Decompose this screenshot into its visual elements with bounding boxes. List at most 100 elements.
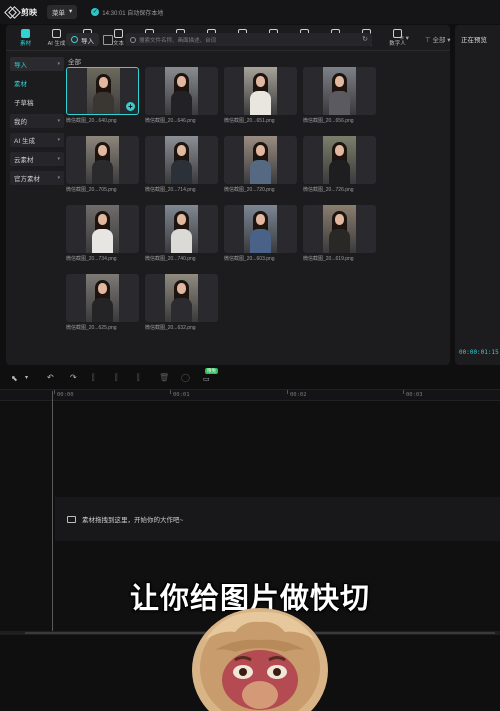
media-filename: 微信截图_20...619.png	[303, 256, 354, 262]
media-card[interactable]: 微信截图_20...603.png	[224, 205, 297, 262]
filter-button[interactable]: ⊤ 全部 ▾	[425, 34, 451, 44]
ruler-tick	[170, 390, 171, 394]
tab-media[interactable]: 素材	[10, 25, 41, 51]
media-card[interactable]: + 微信截图_20...640.png	[66, 67, 139, 124]
refresh-icon[interactable]: ↻	[362, 35, 368, 43]
timeline-ruler[interactable]: 00:00 00:01 00:02 00:03	[0, 389, 500, 401]
chevron-down-icon: ▾	[57, 175, 60, 181]
ruler-tick-label: 00:03	[406, 392, 423, 398]
import-button[interactable]: 导入	[66, 33, 99, 46]
import-row: 导入	[66, 33, 113, 46]
media-thumbnail[interactable]	[224, 205, 297, 253]
media-thumbnail[interactable]	[145, 205, 218, 253]
media-card[interactable]: 微信截图_20...705.png	[66, 136, 139, 193]
menu-button[interactable]: 菜单 ▾	[47, 5, 78, 19]
add-to-timeline-icon[interactable]: +	[126, 102, 135, 111]
media-icon	[21, 29, 30, 38]
search-input[interactable]: 搜索文件名称、画面描述、台词	[139, 36, 216, 44]
photo-image	[323, 67, 356, 115]
media-card[interactable]: 微信截图_20...656.png	[303, 67, 376, 124]
ruler-tick-label: 00:00	[57, 392, 74, 398]
split-left-icon[interactable]: ⫿	[115, 373, 118, 383]
media-filename: 微信截图_20...726.png	[303, 187, 354, 193]
timeline-toolbar: ⬉ ▾ ↶ ↷ ⫿ ⫿ ⫿ 🗑 ◯ ▭	[0, 370, 500, 388]
menu-label: 菜单	[52, 10, 65, 17]
media-card[interactable]: 微信截图_20...734.png	[66, 205, 139, 262]
media-card[interactable]: 微信截图_20...632.png	[145, 274, 218, 331]
media-card[interactable]: 微信截图_20...720.png	[224, 136, 297, 193]
media-card[interactable]: 微信截图_20...651.png	[224, 67, 297, 124]
sort-button[interactable]: ≡ ▾	[400, 34, 409, 42]
photo-image	[165, 205, 198, 253]
photo-image	[165, 274, 198, 322]
media-thumbnail[interactable]	[303, 136, 376, 184]
app-name: 剪映	[21, 7, 37, 17]
media-search[interactable]: 搜索文件名称、画面描述、台词 ↻	[125, 33, 372, 46]
media-card[interactable]: 微信截图_20...740.png	[145, 205, 218, 262]
media-filename: 微信截图_20...714.png	[145, 187, 196, 193]
media-thumbnail[interactable]	[303, 67, 376, 115]
sidebar-item[interactable]: 导入 ▾	[10, 57, 64, 71]
undo-icon[interactable]: ↶	[47, 373, 54, 382]
media-thumbnail[interactable]	[303, 205, 376, 253]
media-card[interactable]: 微信截图_20...714.png	[145, 136, 218, 193]
photo-image	[323, 205, 356, 253]
media-thumbnail[interactable]	[224, 136, 297, 184]
chevron-down-icon: ▾	[69, 8, 73, 15]
preview-timecode: 00:00:01:15	[459, 349, 499, 356]
film-icon	[67, 515, 76, 523]
chevron-down-icon: ▾	[57, 156, 60, 162]
media-thumbnail[interactable]	[224, 67, 297, 115]
title-bar: 剪映 菜单 ▾ ✓ 14:30:01 自动保存本地	[0, 0, 500, 24]
ruler-tick	[403, 390, 404, 394]
media-thumbnail[interactable]	[66, 136, 139, 184]
media-card[interactable]: 微信截图_20...619.png	[303, 205, 376, 262]
monkey-king-avatar	[185, 600, 335, 711]
media-sidebar: 导入 ▾ 素材子草稿我的 ▾ AI 生成 ▾ 云素材 ▾ 官方素材 ▾	[10, 57, 64, 190]
media-thumbnail[interactable]	[145, 274, 218, 322]
track-drop-zone[interactable]: 素材拖拽到这里，开始你的大作吧~	[55, 497, 500, 541]
media-thumbnail[interactable]	[66, 274, 139, 322]
sidebar-item[interactable]: 我的 ▾	[10, 114, 64, 128]
ruler-tick	[54, 390, 55, 394]
import-label: 导入	[81, 37, 94, 45]
sidebar-item-label: 官方素材	[14, 176, 40, 183]
sidebar-item-label: 素材	[14, 81, 27, 88]
sidebar-item[interactable]: 官方素材 ▾	[10, 171, 64, 185]
photo-image	[86, 205, 119, 253]
photo-image	[86, 274, 119, 322]
cursor-select-icon[interactable]: ⬉	[11, 374, 18, 383]
photo-image	[165, 136, 198, 184]
media-filename: 微信截图_20...632.png	[145, 325, 196, 331]
search-icon	[130, 36, 136, 43]
sidebar-item[interactable]: 云素材 ▾	[10, 152, 64, 166]
media-thumbnail[interactable]: +	[66, 67, 139, 115]
photo-image	[165, 67, 198, 115]
media-card[interactable]: 微信截图_20...625.png	[66, 274, 139, 331]
ruler-tick-label: 00:02	[290, 392, 307, 398]
sidebar-item[interactable]: 素材	[10, 76, 64, 90]
media-card[interactable]: 微信截图_20...726.png	[303, 136, 376, 193]
media-card[interactable]: 微信截图_20...646.png	[145, 67, 218, 124]
preview-panel: 正在预览 00:00:01:15	[455, 25, 500, 365]
sidebar-item[interactable]: AI 生成 ▾	[10, 133, 64, 147]
redo-icon[interactable]: ↷	[70, 373, 77, 382]
media-thumbnail[interactable]	[145, 67, 218, 115]
delete-icon[interactable]: 🗑	[159, 373, 169, 382]
photo-image	[87, 68, 120, 114]
capcut-logo-icon	[6, 7, 18, 17]
sidebar-item[interactable]: 子草稿	[10, 95, 64, 109]
split-icon[interactable]: ⫿	[92, 373, 95, 383]
shield-icon[interactable]: ◯	[181, 373, 190, 382]
media-filename: 微信截图_20...625.png	[66, 325, 117, 331]
media-filename: 微信截图_20...705.png	[66, 187, 117, 193]
chevron-down-icon: ▾	[57, 118, 60, 124]
chevron-down-icon[interactable]: ▾	[25, 374, 28, 381]
sidebar-item-label: 云素材	[14, 157, 34, 164]
media-thumbnail[interactable]	[66, 205, 139, 253]
ai-edit-icon[interactable]: ▭	[203, 375, 210, 383]
grid-view-icon[interactable]	[103, 34, 113, 45]
media-thumbnail[interactable]	[145, 136, 218, 184]
split-right-icon[interactable]: ⫿	[137, 373, 140, 383]
text-icon	[114, 29, 123, 38]
